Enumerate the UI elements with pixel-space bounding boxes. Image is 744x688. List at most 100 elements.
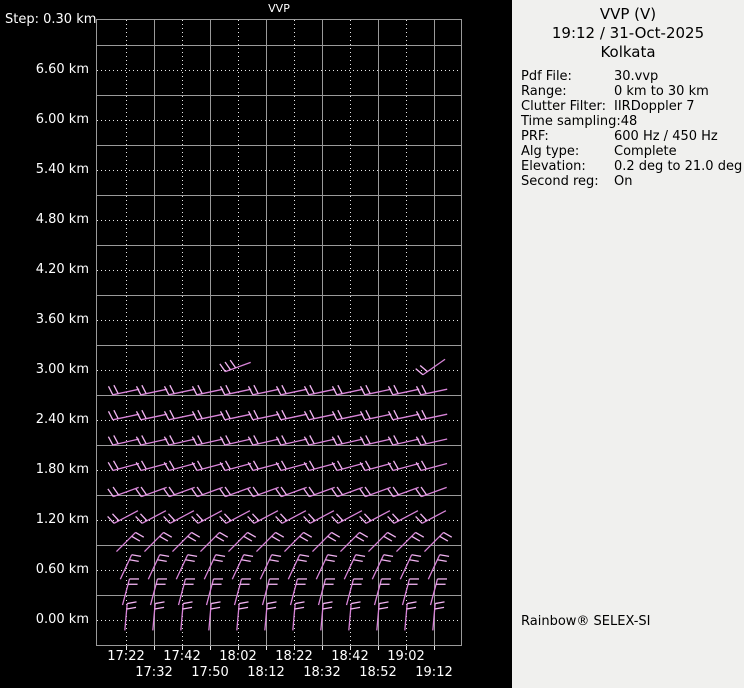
wind-barb-feather [135,531,145,538]
y-axis-label: 6.00 km [35,112,89,127]
wind-barb-feather [353,559,363,563]
wind-barb-feather [191,386,198,396]
param-label: Second reg: [521,174,599,189]
wind-barb-feather [112,460,119,470]
x-axis-label: 19:02 [387,649,425,664]
wind-barb-feather [299,535,309,542]
wind-barb-feather [308,460,315,470]
wind-barb-feather [434,606,445,610]
wind-barb-feather [225,409,231,419]
x-axis-label: 17:22 [107,649,145,664]
wind-barb-feather [295,601,305,605]
y-axis-label: 4.80 km [35,212,89,227]
product-title: VVP (V) [599,5,657,23]
wind-barb-feather [210,606,221,610]
wind-barb-feather [197,384,203,394]
wind-barb-feather [322,606,333,610]
x-axis-label: 19:12 [415,665,453,680]
wind-barb-feather [327,554,338,558]
wind-barb-feather [111,513,120,522]
wind-barb-feather [126,606,137,610]
wind-barb-feather [437,559,447,563]
wind-barb-feather [309,409,315,419]
wind-barb-feather [392,460,399,470]
wind-barb-feather [247,436,254,446]
y-axis-label: 1.80 km [35,462,89,477]
wind-barb-feather [294,606,305,610]
x-axis-label: 18:42 [331,649,369,664]
wind-barb [177,578,187,606]
wind-barb-feather [365,435,371,445]
wind-barb-feather [275,531,285,538]
wind-barb-feather [421,409,427,419]
wind-barb-feather [269,559,279,563]
wind-barb-feather [387,436,394,446]
wind-barb-feather [213,559,223,563]
wind-barb-feather [387,515,395,524]
wind-barb-feather [182,606,193,610]
wind-barb-feather [247,515,255,524]
wind-barb-feather [439,535,449,542]
wind-barb-feather [141,384,147,394]
wind-barb [119,554,133,580]
wind-barb-feather [393,384,399,394]
wind-barb-feather [303,386,310,396]
wind-barb-feather [359,411,366,421]
wind-barb-feather [411,535,421,542]
y-axis-label: 4.20 km [35,262,89,277]
param-row: Alg type: Complete [512,144,744,159]
wind-barb-feather [140,486,148,496]
wind-barb-feather [275,515,283,524]
y-axis-label: 3.60 km [35,312,89,327]
wind-barb-feather [415,531,425,538]
wind-barb-feather [266,606,277,610]
step-label: Step: 0.30 km [5,12,97,27]
wind-barb-feather [275,386,282,396]
wind-barb-feather [271,554,282,558]
wind-barb-feather [392,486,400,496]
wind-barb-feather [280,486,288,496]
wind-barb-feather [135,386,142,396]
wind-barb-feather [415,436,422,446]
wind-barb-feather [359,436,366,446]
wind-barb-feather [350,606,361,610]
wind-barb-feather [224,486,232,496]
param-value: On [614,174,633,189]
wind-barb [343,554,357,580]
wind-barb-feather [169,384,175,394]
wind-barb [287,554,301,580]
param-row: Range: 0 km to 30 km [512,84,744,99]
wind-barb-feather [252,486,260,496]
wind-barb-feather [251,513,260,522]
wind-barb-feather [337,409,343,419]
wind-barb-feather [267,601,277,605]
wind-barb-feather [211,601,221,605]
wind-barb-feather [365,384,371,394]
wind-barb-feather [223,513,232,522]
wind-barb-feather [325,559,335,563]
param-row: Pdf File: 30.vvp [512,69,744,84]
wind-barb-feather [247,531,257,538]
y-axis-label: 6.60 km [35,62,89,77]
wind-barb-feather [359,386,366,396]
y-axis-label: 3.00 km [35,362,89,377]
wind-barb-feather [327,535,337,542]
wind-barb-feather [253,409,259,419]
wind-barb-feather [420,486,428,496]
wind-barb-feather [159,554,170,558]
x-axis-label: 18:32 [303,665,341,680]
wind-barb-feather [281,384,287,394]
wind-barb-feather [107,411,114,421]
wind-barb-feather [238,606,249,610]
wind-barb-feather [169,435,175,445]
wind-barb-feather [191,531,201,538]
wind-barb-feather [331,436,338,446]
wind-barb-feather [185,559,195,563]
wind-barb-feather [307,513,316,522]
wind-barb-feather [224,460,231,470]
wind-barb-feather [275,436,282,446]
param-label: Clutter Filter: [521,99,606,114]
wind-barb-feather [378,606,389,610]
wind-barb-feather [163,436,170,446]
wind-barb-feather [323,601,333,605]
